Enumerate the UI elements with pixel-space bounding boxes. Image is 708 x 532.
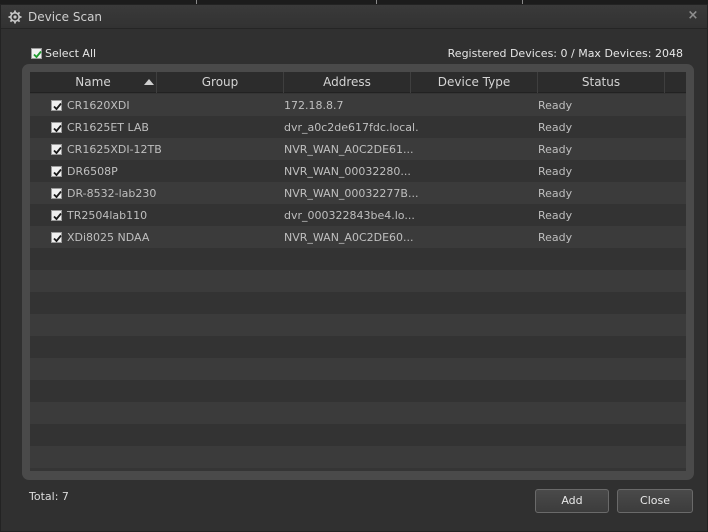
device-status: Ready <box>538 186 573 200</box>
cell-name: TR2504lab110 <box>30 209 284 222</box>
table-header: Name Group Address Device Type Status <box>30 72 686 93</box>
device-name: XDi8025 NDAA <box>67 230 150 244</box>
close-icon[interactable]: × <box>686 9 700 23</box>
device-grid-frame: Name Group Address Device Type Status CR… <box>22 64 694 480</box>
device-address: NVR_WAN_A0C2DE60... <box>284 230 414 244</box>
device-address: NVR_WAN_00032277B... <box>284 186 419 200</box>
window-title: Device Scan <box>28 10 103 24</box>
device-name: DR-8532-lab230 <box>67 186 157 200</box>
empty-row <box>30 424 686 446</box>
device-status: Ready <box>538 230 573 244</box>
empty-row <box>30 270 686 292</box>
column-header-filler <box>665 72 686 93</box>
table-row[interactable]: CR1620XDI 172.18.8.7 Ready <box>30 94 686 116</box>
device-status: Ready <box>538 120 573 134</box>
column-header-group[interactable]: Group <box>157 72 284 93</box>
device-name: CR1620XDI <box>67 98 130 112</box>
column-header-name[interactable]: Name <box>30 72 157 93</box>
table-row[interactable]: CR1625ET LAB dvr_a0c2de617fdc.local. Ready <box>30 116 686 138</box>
checkbox-checked-icon[interactable] <box>51 121 62 133</box>
cell-name: DR6508P <box>30 165 284 178</box>
checkbox-checked-icon[interactable] <box>51 231 62 243</box>
column-header-label: Status <box>581 75 621 89</box>
device-status: Ready <box>538 98 573 112</box>
cell-name: XDi8025 NDAA <box>30 231 284 244</box>
close-button[interactable]: Close <box>617 489 693 513</box>
device-name: TR2504lab110 <box>67 208 148 222</box>
column-header-device-type[interactable]: Device Type <box>411 72 538 93</box>
device-address: 172.18.8.7 <box>284 98 344 112</box>
select-all-checkbox[interactable]: Select All <box>31 46 96 60</box>
device-address: NVR_WAN_00032280... <box>284 164 411 178</box>
total-count: Total: 7 <box>29 490 69 503</box>
empty-row <box>30 336 686 358</box>
column-header-label: Name <box>75 75 111 89</box>
device-status: Ready <box>538 164 573 178</box>
device-address: NVR_WAN_A0C2DE61... <box>284 142 414 156</box>
checkbox-checked-icon[interactable] <box>51 143 62 155</box>
table-row[interactable]: XDi8025 NDAA NVR_WAN_A0C2DE60... Ready <box>30 226 686 248</box>
registered-devices-info: Registered Devices: 0 / Max Devices: 204… <box>447 47 683 60</box>
title-bar[interactable]: Device Scan × <box>1 5 707 29</box>
checkbox-checked-icon[interactable] <box>51 187 62 199</box>
device-status: Ready <box>538 208 573 222</box>
add-button[interactable]: Add <box>535 489 609 513</box>
table-body: CR1620XDI 172.18.8.7 Ready CR1625ET LAB dvr_… <box>30 94 686 468</box>
column-header-label: Address <box>323 75 371 89</box>
table-row[interactable]: CR1625XDI-12TB NVR_WAN_A0C2DE61... Ready <box>30 138 686 160</box>
empty-row <box>30 402 686 424</box>
device-name: DR6508P <box>67 164 118 178</box>
device-status: Ready <box>538 142 573 156</box>
column-header-label: Device Type <box>437 75 511 89</box>
column-header-address[interactable]: Address <box>284 72 411 93</box>
device-scan-dialog: Device Scan × Select All Registered Devi… <box>0 4 708 532</box>
column-header-status[interactable]: Status <box>538 72 665 93</box>
device-address: dvr_a0c2de617fdc.local. <box>284 120 419 134</box>
empty-row <box>30 248 686 270</box>
table-row[interactable]: DR6508P NVR_WAN_00032280... Ready <box>30 160 686 182</box>
checkbox-checked-icon[interactable] <box>51 165 62 177</box>
device-name: CR1625ET LAB <box>67 120 149 134</box>
gear-icon <box>8 10 22 24</box>
empty-row <box>30 292 686 314</box>
select-all-label: Select All <box>45 46 97 60</box>
cell-name: DR-8532-lab230 <box>30 187 284 200</box>
empty-row <box>30 358 686 380</box>
cell-name: CR1625ET LAB <box>30 121 284 134</box>
device-table: Name Group Address Device Type Status CR… <box>30 72 686 471</box>
empty-row <box>30 314 686 336</box>
empty-row <box>30 446 686 468</box>
checkbox-checked-icon[interactable] <box>51 209 62 221</box>
sort-ascending-icon <box>144 79 154 85</box>
table-row[interactable]: DR-8532-lab230 NVR_WAN_00032277B... Ready <box>30 182 686 204</box>
cell-name: CR1620XDI <box>30 99 284 112</box>
checkbox-checked-icon[interactable] <box>31 47 42 59</box>
device-name: CR1625XDI-12TB <box>67 142 162 156</box>
column-header-label: Group <box>201 75 239 89</box>
table-row[interactable]: TR2504lab110 dvr_000322843be4.lo... Ready <box>30 204 686 226</box>
checkbox-checked-icon[interactable] <box>51 99 62 111</box>
device-address: dvr_000322843be4.lo... <box>284 208 415 222</box>
cell-name: CR1625XDI-12TB <box>30 143 284 156</box>
empty-row <box>30 380 686 402</box>
